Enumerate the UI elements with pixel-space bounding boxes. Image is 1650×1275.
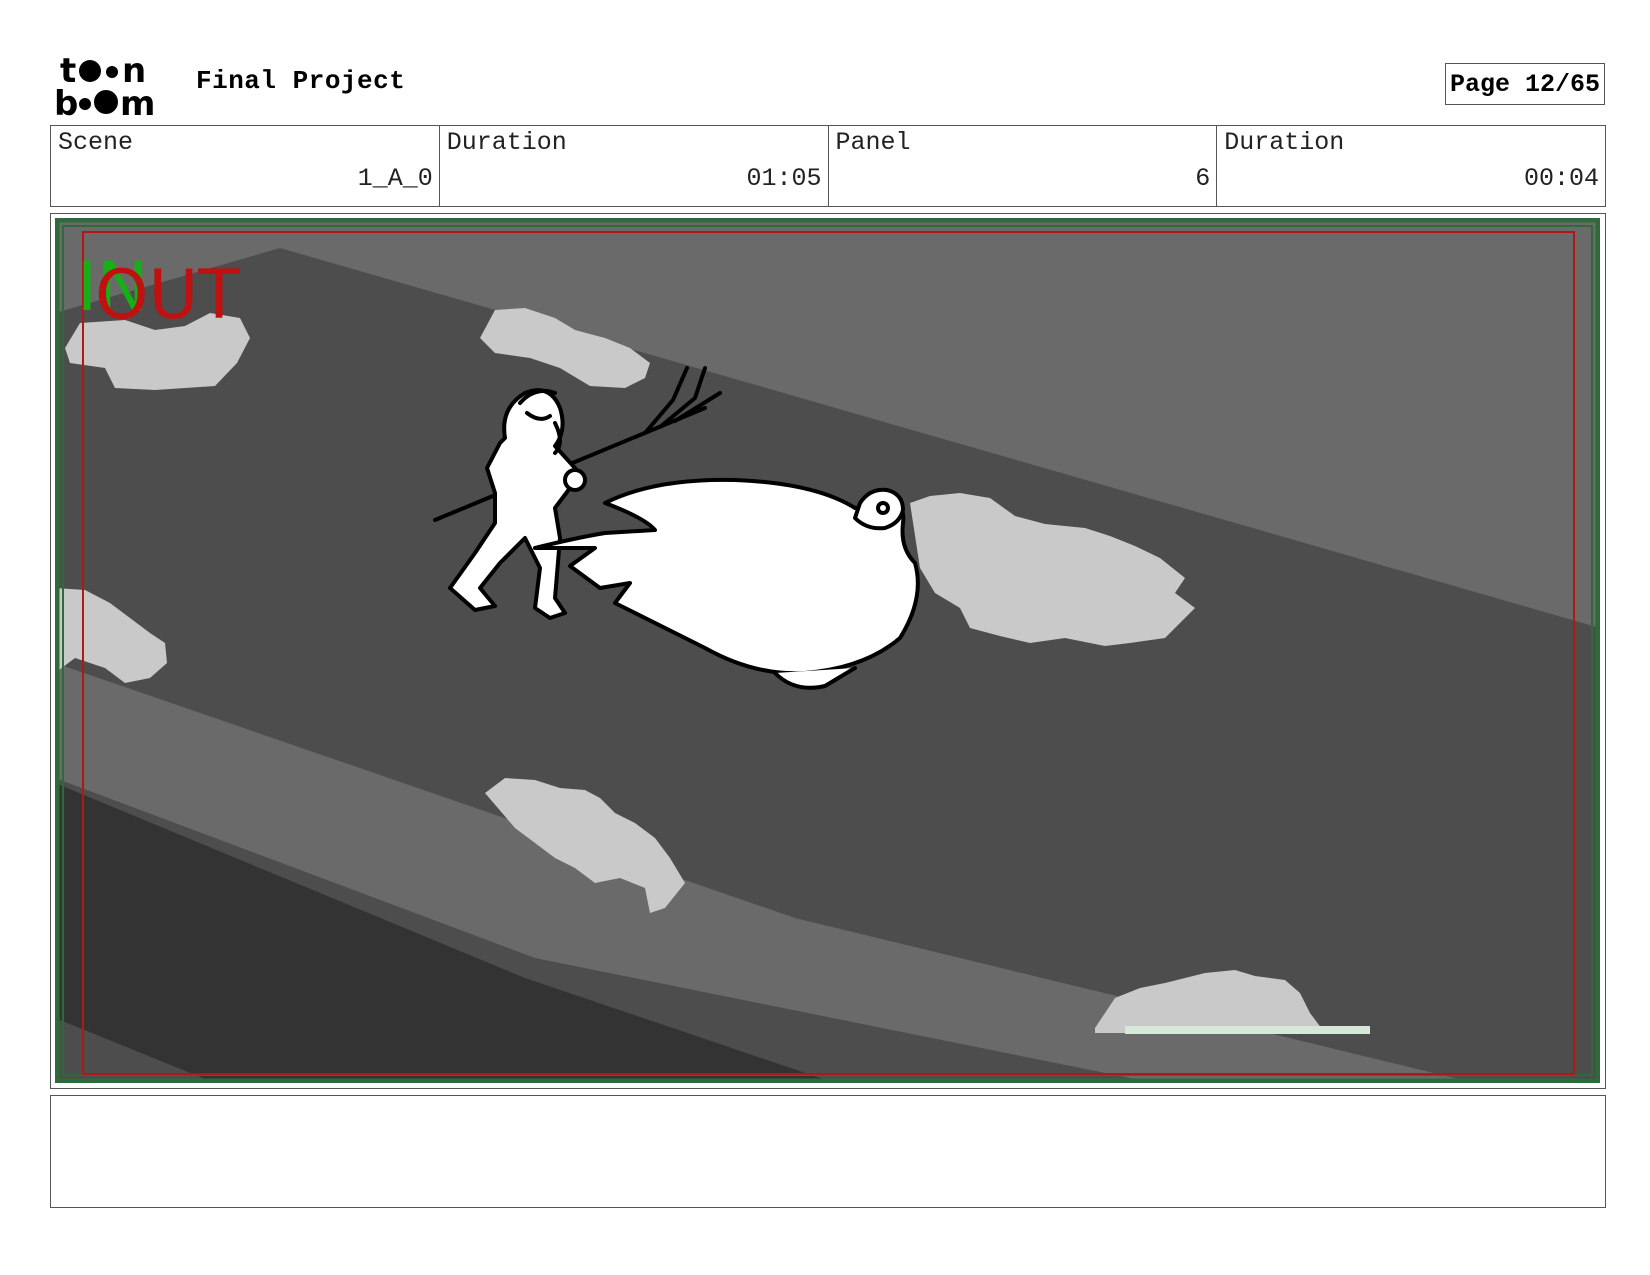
panel-value: 6	[1195, 164, 1211, 193]
scene-duration-label: Duration	[446, 128, 567, 157]
toon-boom-logo: t n b m	[54, 52, 155, 118]
cloud-strip	[1125, 1026, 1370, 1034]
storyboard-panel: IN OUT	[50, 213, 1606, 1089]
panel-duration-label: Duration	[1224, 128, 1345, 157]
out-marker: OUT	[95, 256, 240, 335]
hero-fist	[563, 468, 587, 492]
svg-text:m: m	[120, 84, 155, 118]
panel-label: Panel	[835, 128, 911, 157]
panel-duration-cell: Duration 00:04	[1217, 126, 1605, 206]
panel-drawing: IN OUT	[55, 218, 1600, 1083]
scene-label: Scene	[58, 128, 134, 157]
panel-info-row: Scene 1_A_0 Duration 01:05 Panel 6 Durat…	[50, 125, 1606, 207]
svg-text:b: b	[54, 84, 78, 118]
page-indicator: Page 12/65	[1445, 63, 1605, 105]
scene-cell: Scene 1_A_0	[51, 126, 440, 206]
panel-notes-box	[50, 1095, 1606, 1208]
creature-eye	[876, 501, 890, 515]
scene-duration-cell: Duration 01:05	[440, 126, 829, 206]
scene-value: 1_A_0	[357, 164, 433, 193]
panel-cell: Panel 6	[829, 126, 1218, 206]
panel-duration-value: 00:04	[1523, 164, 1599, 193]
scene-duration-value: 01:05	[746, 164, 822, 193]
project-title: Final Project	[196, 66, 406, 96]
